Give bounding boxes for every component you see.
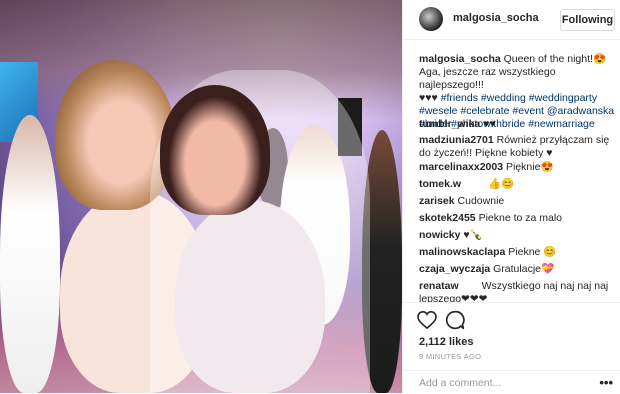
comment-item: renataw Wszystkiego naj naj naj naj leps… <box>419 280 615 302</box>
comment-username[interactable]: zarisek <box>419 195 455 207</box>
comment-text: ♥♥ <box>483 118 496 130</box>
comment-icon[interactable] <box>445 310 465 335</box>
hashtag-link[interactable]: #event <box>512 105 544 117</box>
comment-username[interactable]: tomek.w <box>419 178 461 190</box>
comment-username[interactable]: marcelinaxx2003 <box>419 161 503 173</box>
comment-text: Piekne 😊 <box>508 246 557 258</box>
photo-background-guest <box>0 115 60 393</box>
comment-username[interactable]: skotek2455 <box>419 212 476 224</box>
comment-text: Gratulacje💝 <box>493 263 555 275</box>
heart-icon[interactable] <box>417 310 437 334</box>
comment-item: nowicky ♥🍾 <box>419 229 615 242</box>
photo-bride-dress <box>175 200 325 393</box>
more-options-icon[interactable]: ••• <box>599 375 613 390</box>
comment-username[interactable]: renataw <box>419 280 459 292</box>
post-header: malgosia_socha Following <box>403 0 620 40</box>
add-comment-input[interactable]: Add a comment... <box>419 377 501 389</box>
caption-username[interactable]: malgosia_socha <box>419 53 501 65</box>
comment-text: Pięknie😍 <box>506 161 554 173</box>
hashtag-link[interactable]: #wedding <box>481 92 526 104</box>
hashtag-link[interactable]: #wesele <box>419 105 458 117</box>
post-timestamp: 9 MINUTES AGO <box>419 352 482 361</box>
comment-item: marcelinaxx2003 Pięknie😍 <box>419 161 615 174</box>
add-comment-bar: Add a comment... ••• <box>403 370 620 394</box>
comment-item: skotek2455 Piekne to za malo <box>419 212 615 225</box>
comment-item: tomek.w 👍😊 <box>419 178 615 191</box>
hashtag-link[interactable]: #friends <box>441 92 478 104</box>
comment-item: zarisek Cudownie <box>419 195 615 208</box>
comment-username[interactable]: madziunia2701 <box>419 134 494 146</box>
hashtag-link[interactable]: #weddingparty <box>529 92 597 104</box>
comment-text: ♥🍾 <box>463 229 483 241</box>
photo-bride-face <box>160 85 270 215</box>
author-avatar[interactable] <box>419 7 443 31</box>
comment-item: madziunia2701 Również przyłączam się do … <box>419 134 615 160</box>
post-sidebar: malgosia_socha Following malgosia_socha … <box>402 0 620 393</box>
comment-text: Piekne to za malo <box>478 212 563 224</box>
comment-username[interactable]: malinowskaclapa <box>419 246 505 258</box>
comment-item: malinowskaclapa Piekne 😊 <box>419 246 615 259</box>
comment-username[interactable]: czaja_wyczaja <box>419 263 490 275</box>
caption-hearts: ♥♥♥ <box>419 92 438 104</box>
comment-text: Cudownie <box>457 195 505 207</box>
comment-text: 👍😊 <box>487 178 515 190</box>
likes-count[interactable]: 2,112 likes <box>419 336 473 348</box>
caption-text: Queen of the night!😍 <box>503 53 607 65</box>
author-username[interactable]: malgosia_socha <box>453 12 539 24</box>
comment-username[interactable]: nowicky <box>419 229 460 241</box>
comments-list[interactable]: malgosia_socha Queen of the night!😍 Aga,… <box>403 40 620 302</box>
comment-username[interactable]: tumblr_wika <box>419 118 480 130</box>
following-button[interactable]: Following <box>560 9 615 31</box>
comment-item: czaja_wyczaja Gratulacje💝 <box>419 263 615 276</box>
comment-item: tumblr_wika ♥♥ <box>419 118 615 131</box>
caption-text: Aga, jeszcze raz wszystkiego najlepszego… <box>419 66 556 91</box>
mention-link[interactable]: @aradwanska <box>547 105 614 117</box>
post-photo[interactable] <box>0 0 402 393</box>
post-actions: 2,112 likes 9 MINUTES AGO Add a comment.… <box>403 302 620 393</box>
hashtag-link[interactable]: #celebrate <box>460 105 509 117</box>
